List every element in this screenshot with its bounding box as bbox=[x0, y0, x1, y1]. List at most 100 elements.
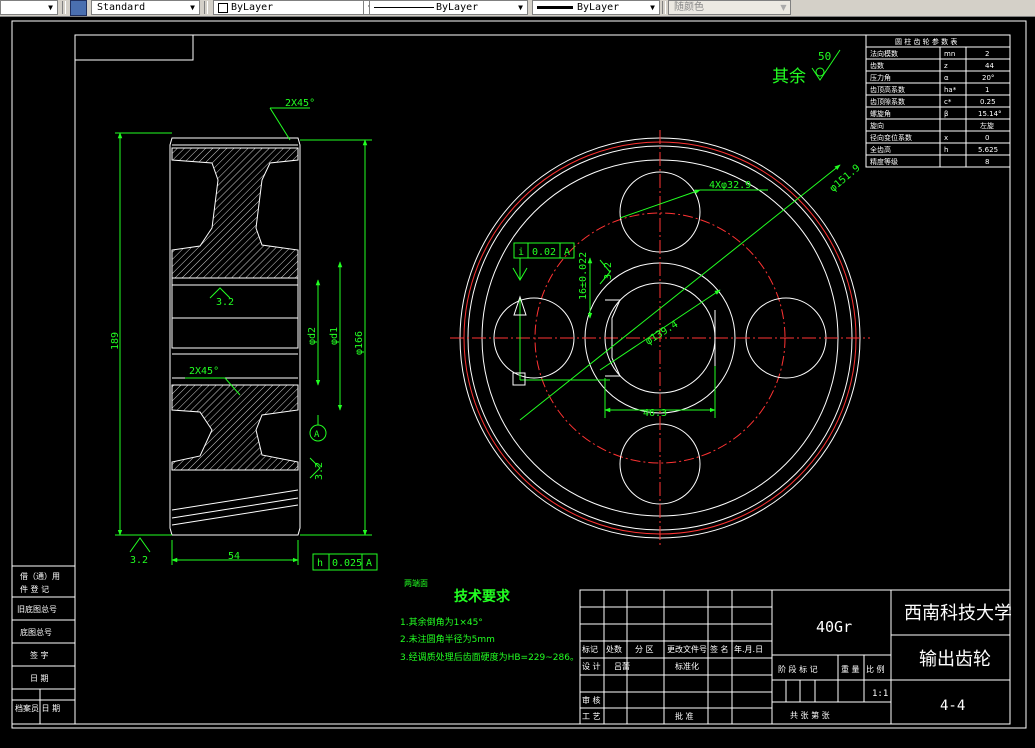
param-symbol: α bbox=[944, 74, 949, 82]
roughness-key-label: 3.2 bbox=[603, 262, 614, 280]
line-weight-mini-dropdown[interactable]: ▼ bbox=[0, 0, 58, 15]
part-name: 输出齿轮 bbox=[919, 649, 991, 670]
section-view bbox=[169, 137, 301, 536]
chevron-down-icon: ▼ bbox=[190, 3, 195, 12]
tb-label: 审 核 bbox=[582, 695, 601, 705]
tb-label: 批 准 bbox=[675, 711, 694, 721]
param-name: 螺旋角 bbox=[870, 109, 891, 118]
param-value: 左旋 bbox=[980, 121, 994, 130]
param-value: 0 bbox=[985, 134, 989, 142]
color-dropdown[interactable]: 随颜色 ▼ bbox=[668, 0, 791, 15]
layer-value: ByLayer bbox=[231, 2, 274, 13]
chamfer-top-label: 2X45° bbox=[285, 98, 315, 109]
outer-diameter-dimension: φ166 bbox=[354, 331, 365, 355]
color-value: 随颜色 bbox=[674, 2, 704, 13]
title-block-text: 40Gr 西南科技大学 输出齿轮 4-4 1:1 标记 处数 分 区 更改文件号… bbox=[582, 603, 1012, 721]
tb-label: 标记 bbox=[582, 644, 598, 654]
roughness-other-value: 50 bbox=[818, 50, 831, 63]
parameter-table-text: 圆 柱 齿 轮 参 数 表 法向模数 mn 2 齿数 z 44 压力角 α 20… bbox=[870, 37, 1002, 166]
chevron-down-icon: ▼ bbox=[780, 3, 787, 12]
tech-requirements-title: 技术要求 bbox=[454, 588, 511, 605]
tb-label: 处数 bbox=[606, 644, 622, 654]
drawing-canvas[interactable]: 借（通）用 件 登 记 旧底图总号 底图总号 签 字 日 期 档案员 日 期 2… bbox=[0, 17, 1035, 748]
strip-label-archivist: 档案员 日 期 bbox=[15, 703, 60, 713]
roughness-other-symbol: 其余 50 bbox=[772, 49, 841, 87]
param-value: 1 bbox=[985, 86, 989, 94]
linetype-value: ByLayer bbox=[436, 2, 479, 13]
side-note: 两端面 bbox=[404, 578, 428, 588]
layer-dropdown[interactable]: ByLayer▼ bbox=[213, 0, 378, 15]
roughness-bottom-label: 3.2 bbox=[130, 555, 148, 566]
tb-label: 标准化 bbox=[675, 661, 699, 671]
param-symbol: x bbox=[944, 134, 948, 142]
bore-diameter-dimension: φ139.4 bbox=[644, 319, 680, 347]
keyway-tol-symbol: i bbox=[518, 247, 524, 258]
param-value: 5.625 bbox=[978, 146, 998, 154]
text-style-dropdown[interactable]: Standard ▼ bbox=[91, 0, 200, 15]
strip-label-register: 件 登 记 bbox=[20, 584, 49, 594]
param-symbol: ha* bbox=[944, 86, 957, 94]
flatness-datum: A bbox=[366, 558, 372, 569]
toolbar-separator bbox=[363, 1, 367, 14]
text-style-icon[interactable] bbox=[70, 0, 87, 16]
tech-requirement-item: 1.其余倒角为1×45° bbox=[400, 616, 483, 628]
tb-label: 工 艺 bbox=[582, 712, 601, 721]
front-view-dimensions bbox=[512, 164, 841, 421]
tb-label: 比 例 bbox=[866, 664, 885, 674]
strip-label-sign: 签 字 bbox=[30, 650, 49, 660]
strip-label-base-no: 底图总号 bbox=[20, 627, 52, 637]
param-value: 15.14° bbox=[978, 110, 1002, 118]
param-name: 旋向 bbox=[870, 121, 884, 130]
color-swatch-icon bbox=[218, 3, 228, 13]
holes-dimension: 4Xφ32.9 bbox=[709, 180, 751, 191]
param-symbol: c* bbox=[944, 98, 952, 106]
param-symbol: β bbox=[944, 110, 948, 118]
tb-label: 共 张 第 张 bbox=[790, 710, 830, 720]
chevron-down-icon: ▼ bbox=[518, 3, 523, 12]
strip-label-old-no: 旧底图总号 bbox=[17, 604, 57, 614]
cad-drawing: 借（通）用 件 登 记 旧底图总号 底图总号 签 字 日 期 档案员 日 期 2… bbox=[11, 20, 1027, 729]
tb-label: 设 计 bbox=[582, 661, 601, 671]
d1-dimension: φd1 bbox=[329, 327, 340, 345]
university-name: 西南科技大学 bbox=[904, 603, 1012, 624]
param-value: 8 bbox=[985, 158, 989, 166]
linetype-sample bbox=[374, 7, 434, 8]
lineweight-dropdown[interactable]: ByLayer ▼ bbox=[532, 0, 660, 15]
param-symbol: mn bbox=[944, 50, 955, 58]
toolbar-separator bbox=[204, 1, 208, 14]
lineweight-value: ByLayer bbox=[577, 2, 620, 13]
tb-label: 更改文件号 bbox=[667, 644, 707, 654]
toolbar-separator bbox=[62, 1, 66, 14]
param-symbol: h bbox=[944, 146, 948, 154]
param-symbol: z bbox=[944, 62, 948, 70]
tb-label: 重 量 bbox=[841, 664, 860, 674]
width-dimension: 54 bbox=[228, 551, 240, 562]
roughness-right-label: 3.2 bbox=[314, 462, 325, 480]
param-value: 44 bbox=[985, 62, 994, 70]
chevron-down-icon: ▼ bbox=[48, 3, 53, 12]
chevron-down-icon: ▼ bbox=[650, 3, 655, 12]
chamfer-mid-label: 2X45° bbox=[189, 366, 219, 377]
linetype-dropdown[interactable]: ByLayer ▼ bbox=[369, 0, 528, 15]
flatness-symbol: h bbox=[317, 558, 323, 569]
outer-diameter-front-dimension: φ151.9 bbox=[828, 163, 863, 195]
toolbar-separator bbox=[662, 1, 666, 14]
param-value: 2 bbox=[985, 50, 989, 58]
param-name: 齿顶隙系数 bbox=[870, 97, 905, 106]
param-name: 法向模数 bbox=[870, 49, 898, 58]
height-dimension: 189 bbox=[110, 332, 121, 350]
tech-requirement-item: 2.未注圆角半径为5mm bbox=[400, 633, 495, 645]
d2-dimension: φd2 bbox=[307, 327, 318, 345]
keyway-tol-value: 0.02 bbox=[532, 247, 556, 258]
tb-label: 吕蕾 bbox=[614, 661, 630, 671]
param-value: 0.25 bbox=[980, 98, 996, 106]
technical-requirements: 两端面 技术要求 1.其余倒角为1×45° 2.未注圆角半径为5mm 3.经调质… bbox=[400, 578, 579, 663]
properties-toolbar: ▼ Standard ▼ ByLayer ▼ ByLayer ▼ ByLayer ▼ 随… bbox=[0, 0, 1035, 17]
param-table-title: 圆 柱 齿 轮 参 数 表 bbox=[895, 37, 957, 46]
material-text: 40Gr bbox=[816, 618, 852, 636]
tech-requirement-item: 3.经调质处理后齿面硬度为HB=229~286。 bbox=[400, 651, 579, 663]
param-name: 齿数 bbox=[870, 61, 884, 70]
tb-label: 年.月.日 bbox=[734, 644, 763, 654]
param-name: 径向变位系数 bbox=[870, 133, 912, 142]
tb-label: 分 区 bbox=[635, 645, 654, 654]
